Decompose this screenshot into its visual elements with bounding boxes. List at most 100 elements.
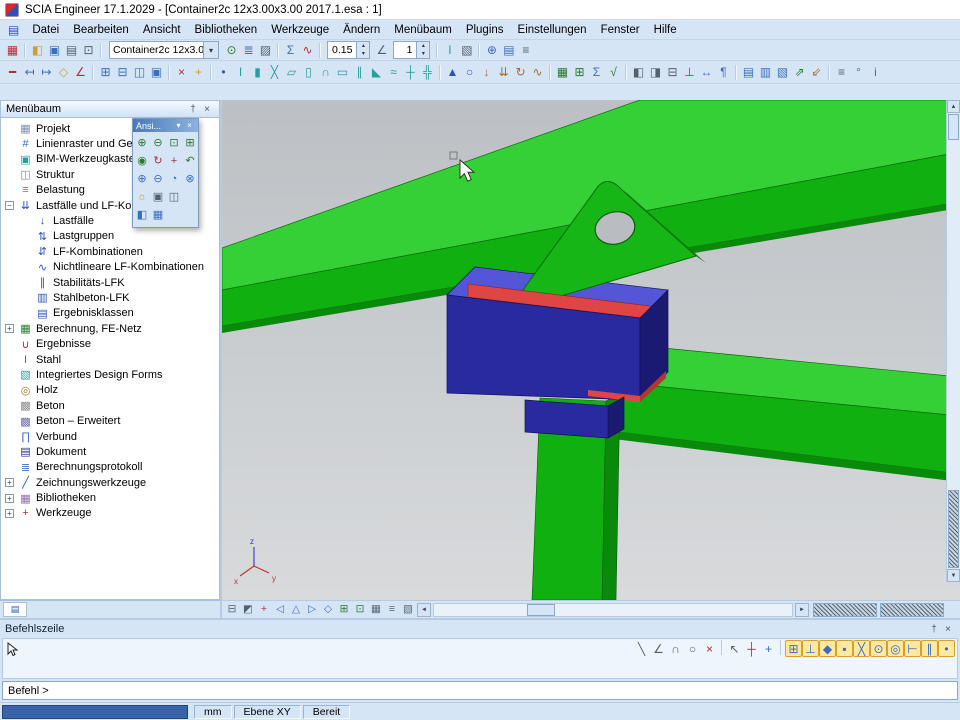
- zoom-all-icon[interactable]: ⊞: [336, 602, 352, 618]
- zoom-selection-icon[interactable]: ◉: [134, 152, 150, 170]
- support-icon[interactable]: ▲: [444, 64, 461, 81]
- tree-item-berechnungsprotokoll[interactable]: ≣Berechnungsprotokoll: [1, 460, 219, 475]
- plane-indicator[interactable]: Ebene XY: [234, 705, 301, 719]
- tree-item-beton[interactable]: ▩Beton: [1, 398, 219, 413]
- menu-item-menbaum[interactable]: Menübaum: [387, 22, 459, 38]
- menu-item-plugins[interactable]: Plugins: [459, 22, 511, 38]
- parallel-snap-icon[interactable]: ∥: [921, 640, 938, 657]
- moment-load-icon[interactable]: ↻: [512, 64, 529, 81]
- rib-icon[interactable]: ∥: [351, 64, 368, 81]
- menu-item-ansicht[interactable]: Ansicht: [136, 22, 188, 38]
- spin-down-icon[interactable]: ▾: [417, 50, 429, 58]
- tree-item-lastgruppen[interactable]: ⇅Lastgruppen: [1, 229, 219, 244]
- spin-down-icon[interactable]: ▾: [357, 50, 369, 58]
- column-icon[interactable]: ▮: [249, 64, 266, 81]
- scroll-down-icon[interactable]: ▼: [947, 569, 960, 582]
- open-icon[interactable]: ◧: [29, 42, 46, 59]
- animation-scrollbar-left[interactable]: [813, 603, 877, 617]
- section-view-icon[interactable]: ◧: [630, 64, 647, 81]
- temperature-load-icon[interactable]: ∿: [529, 64, 546, 81]
- chevron-down-icon[interactable]: ▾: [173, 121, 184, 130]
- tracking-icon[interactable]: ┼: [743, 640, 760, 657]
- view-settings-icon[interactable]: ▨: [257, 42, 274, 59]
- view-x-icon[interactable]: ◁: [272, 602, 288, 618]
- fit-view-icon[interactable]: ⊗: [182, 170, 198, 188]
- ansicht-palette[interactable]: Ansi... ▾ × ⊕⊖⊡⊞ ◉↻+↶ ⊕⊖◔⊗ ☼▣◫ ◧▦: [132, 118, 199, 228]
- scroll-right-icon[interactable]: ►: [795, 603, 809, 617]
- node-icon[interactable]: •: [215, 64, 232, 81]
- command-input[interactable]: Befehl >: [2, 681, 958, 700]
- intersection-snap-icon[interactable]: ╳: [853, 640, 870, 657]
- preview-icon[interactable]: ⊡: [80, 42, 97, 59]
- axes-toggle-icon[interactable]: +: [256, 602, 272, 618]
- magnify-in-icon[interactable]: ⊕: [134, 170, 150, 188]
- plate-icon[interactable]: ▱: [283, 64, 300, 81]
- endpoint-snap-icon[interactable]: ▪: [836, 640, 853, 657]
- pin-icon[interactable]: †: [186, 104, 200, 115]
- project-item-combo[interactable]: Container2c 12x3.0 ▾: [109, 41, 219, 59]
- vertical-scrollbar[interactable]: ▲ ▼: [946, 100, 960, 582]
- arc-icon[interactable]: ∩: [667, 640, 684, 657]
- units-icon[interactable]: °: [850, 64, 867, 81]
- tangent-snap-icon[interactable]: ◎: [887, 640, 904, 657]
- layers-icon[interactable]: ≣: [240, 42, 257, 59]
- render-settings-icon[interactable]: ▦: [368, 602, 384, 618]
- wireframe-icon[interactable]: ⊟: [224, 602, 240, 618]
- zoom-all-icon[interactable]: ⊞: [182, 134, 198, 152]
- preferences-icon[interactable]: ≡: [517, 42, 534, 59]
- menu-item-bearbeiten[interactable]: Bearbeiten: [66, 22, 136, 38]
- erase-last-icon[interactable]: ×: [701, 640, 718, 657]
- tree-item-nichtlineare-lf-kombinationen[interactable]: ∿Nichtlineare LF-Kombinationen: [1, 260, 219, 275]
- tree-item-holz[interactable]: ◎Holz: [1, 383, 219, 398]
- ucs-icon[interactable]: ⊥: [681, 64, 698, 81]
- close-icon[interactable]: ×: [184, 121, 195, 130]
- table-icon[interactable]: ▤: [740, 64, 757, 81]
- mdi-document-icon[interactable]: ▤: [2, 23, 25, 37]
- close-icon[interactable]: ×: [941, 624, 955, 635]
- text-note-icon[interactable]: ¶: [715, 64, 732, 81]
- gallery-icon[interactable]: ▧: [774, 64, 791, 81]
- duplicate-icon[interactable]: ▣: [148, 64, 165, 81]
- befehlszeile-header[interactable]: Befehlszeile † ×: [0, 620, 960, 638]
- tree-item-ergebnisse[interactable]: ∪Ergebnisse: [1, 336, 219, 351]
- spinner-buttons[interactable]: ▴▾: [416, 42, 429, 58]
- info-icon[interactable]: i: [867, 64, 884, 81]
- pin-icon[interactable]: †: [927, 624, 941, 635]
- scroll-left-icon[interactable]: ◄: [417, 603, 431, 617]
- zoom-in-icon[interactable]: ⊕: [134, 134, 150, 152]
- close-icon[interactable]: ×: [200, 104, 214, 115]
- tree-item-stabilitaets-lfk[interactable]: ∥Stabilitäts-LFK: [1, 275, 219, 290]
- spin-up-icon[interactable]: ▴: [417, 42, 429, 50]
- tree-item-stahl[interactable]: IStahl: [1, 352, 219, 367]
- horizontal-scroll-thumb[interactable]: [527, 604, 555, 616]
- beam-icon[interactable]: I: [232, 64, 249, 81]
- spinner-buttons[interactable]: ▴▾: [356, 42, 369, 58]
- angle-icon[interactable]: ∠: [373, 42, 390, 59]
- new-project-icon[interactable]: ▦: [4, 42, 21, 59]
- connect-members-icon[interactable]: ╬: [419, 64, 436, 81]
- plus-expander-icon[interactable]: +: [5, 494, 14, 503]
- minus-expander-icon[interactable]: −: [5, 201, 14, 210]
- opening-icon[interactable]: ▭: [334, 64, 351, 81]
- activity-icon[interactable]: ⊙: [223, 42, 240, 59]
- arbitrary-member-icon[interactable]: ≈: [385, 64, 402, 81]
- magnify-out-icon[interactable]: ⊖: [150, 170, 166, 188]
- menubaum-panel-header[interactable]: Menübaum † ×: [0, 100, 220, 118]
- clipboard-icon[interactable]: ◫: [131, 64, 148, 81]
- tree-item-ergebnisklassen[interactable]: ▤Ergebnisklassen: [1, 306, 219, 321]
- tree-item-bibliotheken[interactable]: +▦Bibliotheken: [1, 490, 219, 505]
- axonometric-view-icon[interactable]: ◇: [320, 602, 336, 618]
- clip-box-icon[interactable]: ⊟: [664, 64, 681, 81]
- view-y-icon[interactable]: △: [288, 602, 304, 618]
- plus-expander-icon[interactable]: +: [5, 478, 14, 487]
- labels-toggle-icon[interactable]: ≡: [384, 602, 400, 618]
- tree-item-integriertes-design-forms[interactable]: ▧Integriertes Design Forms: [1, 367, 219, 382]
- point-load-icon[interactable]: ↓: [478, 64, 495, 81]
- remove-icon[interactable]: ━: [4, 64, 21, 81]
- solver-icon[interactable]: Σ: [588, 64, 605, 81]
- mesh-icon[interactable]: ▦: [554, 64, 571, 81]
- 3d-scene[interactable]: z x y ▲ ▼: [222, 100, 960, 600]
- tree-item-verbund[interactable]: ∏Verbund: [1, 429, 219, 444]
- export-icon[interactable]: ⇗: [791, 64, 808, 81]
- extend-right-icon[interactable]: ↦: [38, 64, 55, 81]
